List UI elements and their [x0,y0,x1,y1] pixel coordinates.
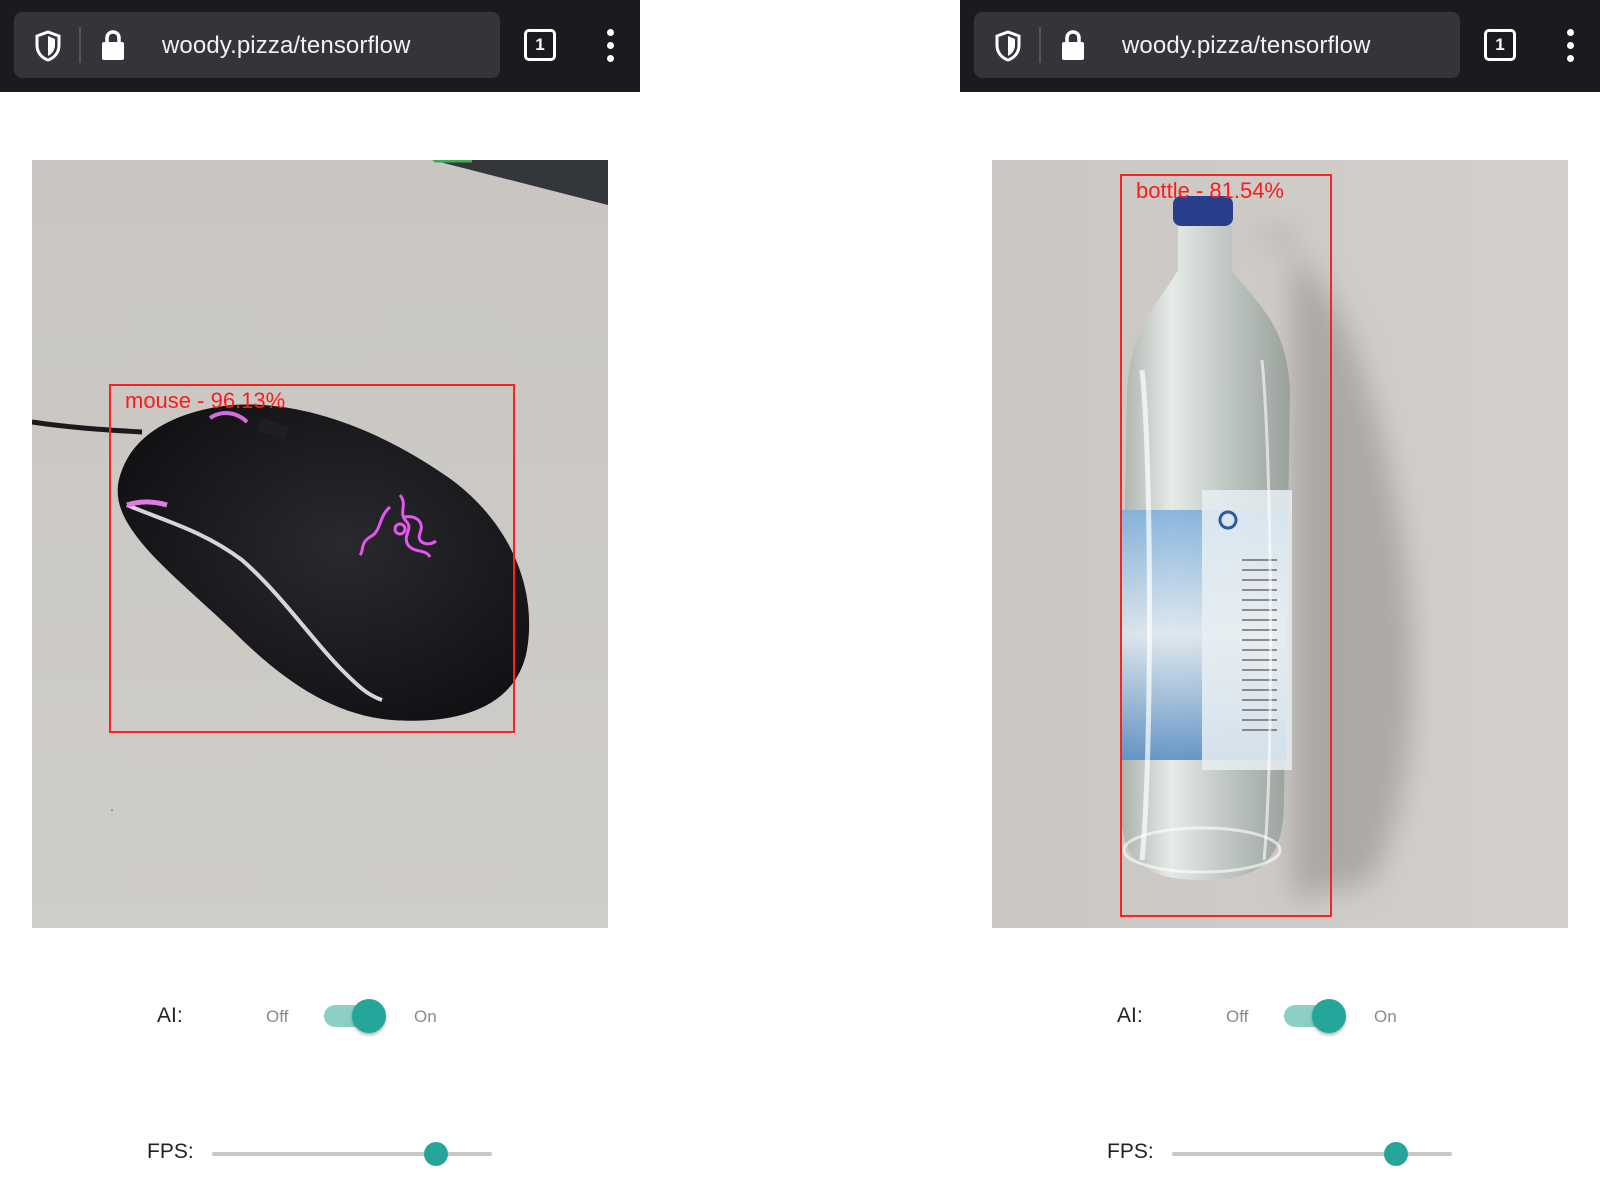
urlbar-divider [79,27,81,63]
detection-bounding-box: mouse - 96.13% [109,384,515,733]
switch-thumb[interactable] [1312,999,1346,1033]
phone-screen-right: woody.pizza/tensorflow 1 bottle - 81.54%… [960,0,1600,1200]
lock-icon[interactable] [1060,29,1086,61]
lock-icon[interactable] [100,29,126,61]
url-text[interactable]: woody.pizza/tensorflow [162,32,411,60]
fps-label: FPS: [147,1140,194,1163]
ai-toggle-row: AI: Off On [0,990,640,1040]
fps-slider-row: FPS: [960,1130,1600,1170]
browser-toolbar: woody.pizza/tensorflow 1 [960,0,1600,92]
shield-icon[interactable] [34,30,62,62]
address-bar[interactable]: woody.pizza/tensorflow [14,12,500,78]
ai-off-label: Off [1226,1007,1249,1026]
ai-toggle-row: AI: Off On [960,990,1600,1040]
detection-label: mouse - 96.13% [125,388,286,413]
ai-label: AI: [1117,1004,1143,1027]
address-bar[interactable]: woody.pizza/tensorflow [974,12,1460,78]
detection-label: bottle - 81.54% [1136,178,1284,203]
more-vert-icon[interactable] [598,27,624,63]
urlbar-divider [1039,27,1041,63]
shield-icon[interactable] [994,30,1022,62]
ai-label: AI: [157,1004,183,1027]
switch-thumb[interactable] [352,999,386,1033]
fps-label: FPS: [1107,1140,1154,1163]
browser-toolbar: woody.pizza/tensorflow 1 [0,0,640,92]
tabs-icon[interactable]: 1 [1484,29,1516,61]
detection-bounding-box: bottle - 81.54% [1120,174,1332,917]
ai-off-label: Off [266,1007,289,1026]
slider-rail [212,1152,492,1156]
camera-feed: mouse - 96.13% [32,160,608,928]
ai-toggle-switch[interactable] [1282,998,1350,1033]
fps-slider[interactable] [212,1142,492,1166]
slider-knob[interactable] [424,1142,448,1166]
url-text[interactable]: woody.pizza/tensorflow [1122,32,1371,60]
tabs-icon[interactable]: 1 [524,29,556,61]
ai-toggle-switch[interactable] [322,998,390,1033]
more-vert-icon[interactable] [1558,27,1584,63]
camera-feed: bottle - 81.54% [992,160,1568,928]
ai-on-label: On [1374,1007,1397,1026]
ai-on-label: On [414,1007,437,1026]
fps-slider-row: FPS: [0,1130,640,1170]
slider-rail [1172,1152,1452,1156]
phone-screen-left: woody.pizza/tensorflow 1 mouse - 96.13% … [0,0,640,1200]
slider-knob[interactable] [1384,1142,1408,1166]
fps-slider[interactable] [1172,1142,1452,1166]
